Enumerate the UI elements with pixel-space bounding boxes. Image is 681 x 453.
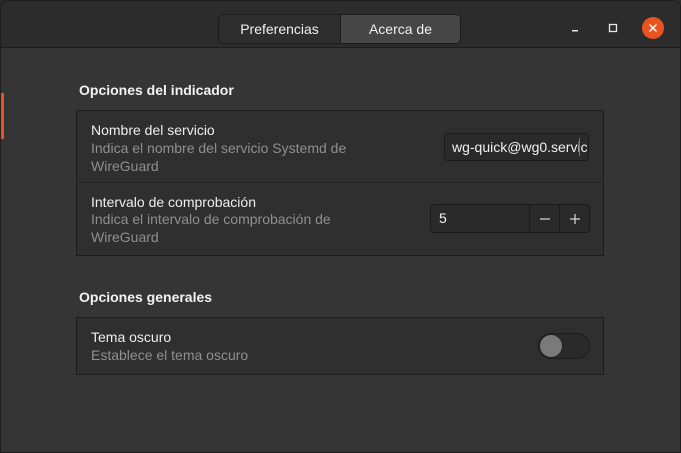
header-bar: Preferencias Acerca de: [1, 1, 680, 48]
check-interval-value[interactable]: 5: [431, 205, 529, 232]
plus-icon: [569, 213, 580, 224]
list-row-service-name: Nombre del servicio Indica el nombre del…: [77, 111, 603, 183]
close-button[interactable]: [642, 17, 664, 39]
general-options-frame: Tema oscuro Establece el tema oscuro: [76, 317, 604, 375]
service-name-input[interactable]: [445, 134, 588, 160]
indicator-options-frame: Nombre del servicio Indica el nombre del…: [76, 110, 604, 256]
tab-preferencias[interactable]: Preferencias: [219, 15, 341, 43]
increment-button[interactable]: [559, 205, 589, 232]
minimize-button[interactable]: [564, 17, 586, 39]
text-cursor: [579, 138, 580, 156]
maximize-icon: [608, 23, 618, 33]
tab-acerca-de[interactable]: Acerca de: [341, 15, 460, 43]
check-interval-spinbutton[interactable]: 5: [430, 204, 590, 233]
service-name-description: Indica el nombre del servicio Systemd de…: [91, 140, 347, 174]
decrement-button[interactable]: [529, 205, 559, 232]
list-row-dark-theme: Tema oscuro Establece el tema oscuro: [77, 318, 603, 374]
section-title-indicator: Opciones del indicador: [79, 82, 234, 98]
service-name-entry[interactable]: [444, 133, 589, 161]
minus-icon: [539, 217, 550, 220]
section-title-general: Opciones generales: [79, 289, 213, 305]
toggle-knob: [539, 334, 563, 358]
dark-theme-description: Establece el tema oscuro: [91, 347, 249, 363]
dark-theme-toggle[interactable]: [538, 333, 590, 359]
maximize-button[interactable]: [602, 17, 624, 39]
list-row-check-interval: Intervalo de comprobación Indica el inte…: [77, 183, 603, 255]
minimize-icon: [572, 30, 578, 32]
preferences-window: Preferencias Acerca de Opciones del indi…: [0, 0, 681, 453]
background-window-accent: [1, 93, 4, 139]
service-name-label: Nombre del servicio: [91, 122, 215, 138]
check-interval-label: Intervalo de comprobación: [91, 194, 256, 210]
dark-theme-label: Tema oscuro: [91, 329, 172, 345]
check-interval-description: Indica el intervalo de comprobación de W…: [91, 211, 331, 245]
close-icon: [649, 24, 657, 32]
tab-switcher: Preferencias Acerca de: [218, 14, 461, 44]
